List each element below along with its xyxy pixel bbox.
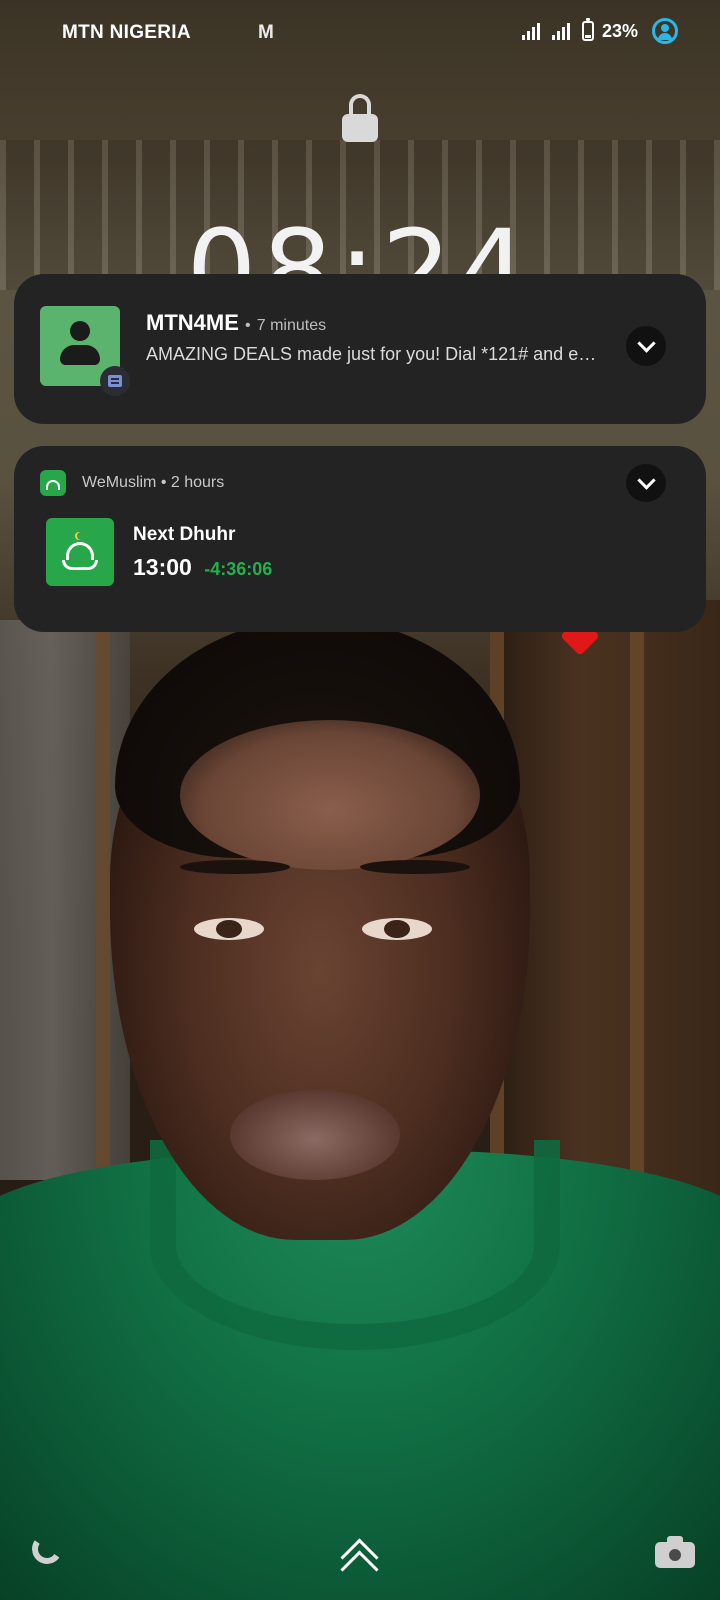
wallpaper-eye [194, 918, 264, 940]
prayer-countdown: -4:36:06 [204, 559, 273, 579]
wallpaper-door-frame [630, 610, 644, 1190]
status-bar: MTN NIGERIA M 23% [0, 0, 720, 70]
expand-notification-button[interactable] [626, 326, 666, 366]
notification-header: WeMuslim • 2 hours [82, 474, 224, 492]
prayer-time: 13:00 [133, 554, 192, 580]
notification-app-name: MTN4ME [146, 310, 239, 335]
notification-time: 7 minutes [256, 317, 327, 334]
wallpaper-forehead [180, 720, 480, 870]
message-icon [100, 366, 130, 396]
battery-icon [581, 18, 594, 41]
notification-separator: • [160, 474, 167, 491]
expand-notification-button[interactable] [626, 464, 666, 502]
notification-time: 2 hours [170, 474, 225, 491]
signal-icon [551, 22, 570, 40]
lock-icon [342, 94, 378, 142]
wallpaper-brow [180, 860, 290, 874]
notification-title: MTN4ME • 7 minutes [146, 310, 326, 336]
account-icon[interactable] [652, 18, 678, 44]
wallpaper-door-frame [96, 610, 110, 1190]
camera-icon[interactable] [655, 1536, 695, 1568]
signal-icon [521, 22, 540, 40]
wallpaper-brow [360, 860, 470, 874]
notification-text: AMAZING DEALS made just for you! Dial *1… [146, 344, 604, 364]
phone-icon[interactable] [30, 1532, 70, 1572]
battery-percent: 23% [601, 20, 638, 41]
person-icon [60, 321, 100, 369]
chevron-down-icon [636, 334, 656, 353]
carrier-secondary: M [258, 22, 274, 43]
status-icons: 23% [521, 18, 678, 44]
prayer-time-row: 13:00 -4:36:06 [133, 554, 272, 581]
carrier-name: MTN NIGERIA [62, 22, 191, 43]
chevron-down-icon [636, 471, 656, 490]
wallpaper-lips [230, 1090, 400, 1180]
notification-app-name: WeMuslim [82, 474, 157, 491]
notification-mtn4me[interactable]: MTN4ME • 7 minutes AMAZING DEALS made ju… [14, 274, 706, 424]
prayer-title: Next Dhuhr [133, 524, 236, 545]
notification-separator: • [245, 317, 251, 334]
notification-wemuslim[interactable]: WeMuslim • 2 hours Next Dhuhr 13:00 -4:3… [14, 446, 706, 632]
mosque-icon [46, 518, 114, 586]
wemuslim-app-icon [40, 470, 66, 496]
wallpaper-eye [362, 918, 432, 940]
unlock-chevron-icon[interactable] [334, 1538, 384, 1589]
